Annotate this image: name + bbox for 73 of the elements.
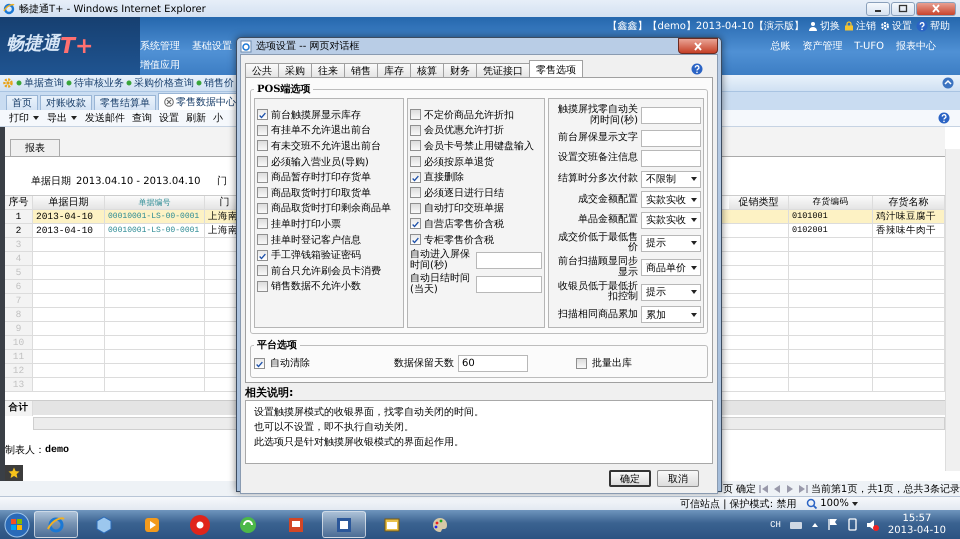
option-label: 自营店零售价含税 bbox=[424, 218, 504, 231]
option-label: 专柜零售价含税 bbox=[424, 234, 494, 247]
option-label: 自动清除 bbox=[270, 356, 310, 370]
column-header: 促销类型 bbox=[729, 196, 789, 210]
table-cell: 0102001 bbox=[789, 224, 873, 238]
option-label: 挂单时打印小票 bbox=[271, 218, 341, 231]
note-line: 也可以不设置，即不执行自动关闭。 bbox=[254, 420, 415, 436]
option-label: 有挂单不允许退出前台 bbox=[271, 124, 371, 138]
group-title: POS端选项 bbox=[256, 82, 312, 96]
option-label: 直接删除 bbox=[424, 170, 464, 184]
clock-date: 2013-04-10 bbox=[888, 524, 946, 536]
table-cell: 2013-04-10 bbox=[33, 224, 105, 238]
notes-title: 相关说明: bbox=[245, 385, 294, 400]
field-label: 设置交班备注信息 bbox=[557, 153, 638, 164]
option-label: 挂单时登记客户信息 bbox=[271, 234, 361, 247]
column-label: 门 bbox=[217, 174, 227, 188]
option-label: 有未交班不允许退出前台 bbox=[271, 140, 381, 153]
field-label: 自动日结时间(当天) bbox=[410, 274, 471, 296]
table-cell: 鸡汁味豆腐干 bbox=[873, 210, 945, 224]
option-label: 前台触摸屏显示库存 bbox=[271, 108, 361, 122]
column-header: 单据日期 bbox=[33, 196, 105, 210]
maker-label: 制表人： bbox=[5, 444, 45, 458]
field-label: 成交价低于最低售价 bbox=[557, 232, 638, 254]
column-header: 序号 bbox=[5, 196, 33, 210]
logo-mark: T+ bbox=[60, 32, 94, 60]
total-label: 合计 bbox=[5, 401, 33, 416]
date-label: 单据日期 bbox=[31, 174, 71, 188]
table-cell: 00010001-LS-00-0001 bbox=[105, 210, 205, 224]
table-cell: 1 bbox=[5, 210, 33, 224]
option-label: 批量出库 bbox=[592, 356, 632, 370]
option-label: 商品暂存时打印存货单 bbox=[271, 170, 371, 184]
date-range: 2013.04.10 - 2013.04.10 bbox=[76, 176, 202, 187]
maker-name: demo bbox=[45, 444, 70, 456]
page-label: 页 bbox=[722, 482, 733, 496]
option-label: 自动打印交班单据 bbox=[424, 202, 504, 216]
group-title: 平台选项 bbox=[256, 338, 298, 352]
option-label: 前台只允许刷会员卡消费 bbox=[271, 264, 381, 278]
user-info: 【鑫鑫】【demo】2013-04-10【演示版】 bbox=[608, 20, 804, 33]
option-label: 必须按原单退货 bbox=[424, 156, 494, 169]
table-cell: 00010001-LS-00-0001 bbox=[105, 224, 205, 238]
dialog-title: 选项设置 -- 网页对话框 bbox=[256, 40, 360, 53]
option-label: 商品取货时打印取货单 bbox=[271, 186, 371, 200]
option-label: 必须输入营业员(导购) bbox=[271, 156, 369, 169]
option-label: 手工弹钱箱验证密码 bbox=[271, 248, 361, 262]
note-line: 此选项只是针对触摸屏收银模式的界面起作用。 bbox=[254, 436, 465, 450]
table-cell: 2013-04-10 bbox=[33, 210, 105, 224]
option-label: 销售数据不允许小数 bbox=[271, 280, 361, 294]
field-label: 结算时分多次付款 bbox=[557, 174, 638, 185]
field-label: 成交金额配置 bbox=[577, 194, 638, 206]
clock-time: 15:57 bbox=[902, 512, 932, 524]
option-label: 不定价商品允许折扣 bbox=[424, 108, 514, 122]
field-label: 触摸屏找零自动关闭时间(秒) bbox=[557, 105, 638, 126]
logo-text: 畅捷通 bbox=[6, 32, 60, 55]
column-header: 单据编号 bbox=[105, 196, 205, 210]
note-line: 设置触摸屏模式的收银界面，找零自动关闭的时间。 bbox=[254, 406, 485, 420]
field-label: 扫描相同商品累加 bbox=[557, 310, 638, 320]
field-label: 自动进入屏保时间(秒) bbox=[410, 250, 471, 272]
field-label: 前台扫描顾显同步显示 bbox=[557, 257, 638, 278]
field-label: 数据保留天数 bbox=[394, 357, 454, 370]
column-header: 存货编码 bbox=[789, 196, 873, 210]
option-label: 会员卡号禁止用键盘输入 bbox=[424, 140, 534, 153]
page-info: 当前第1页，共1页，总共3条记录 bbox=[810, 482, 960, 496]
field-label: 收银员低于最低折扣控制 bbox=[557, 282, 638, 303]
option-label: 必须逐日进行日结 bbox=[424, 186, 504, 200]
security-zone: 可信站点 | 保护模式: 禁用 bbox=[680, 498, 796, 510]
field-label: 前台屏保显示文字 bbox=[557, 132, 638, 144]
option-label: 商品取货时打印剩余商品单 bbox=[271, 202, 391, 216]
table-cell: 2 bbox=[5, 224, 33, 238]
option-label: 会员优惠允许打折 bbox=[424, 124, 504, 138]
field-label: 单品金额配置 bbox=[577, 215, 638, 226]
column-header: 存货名称 bbox=[873, 196, 945, 210]
table-cell: 0101001 bbox=[789, 210, 873, 224]
window-title: 畅捷通T+ - Windows Internet Explorer bbox=[19, 2, 206, 16]
